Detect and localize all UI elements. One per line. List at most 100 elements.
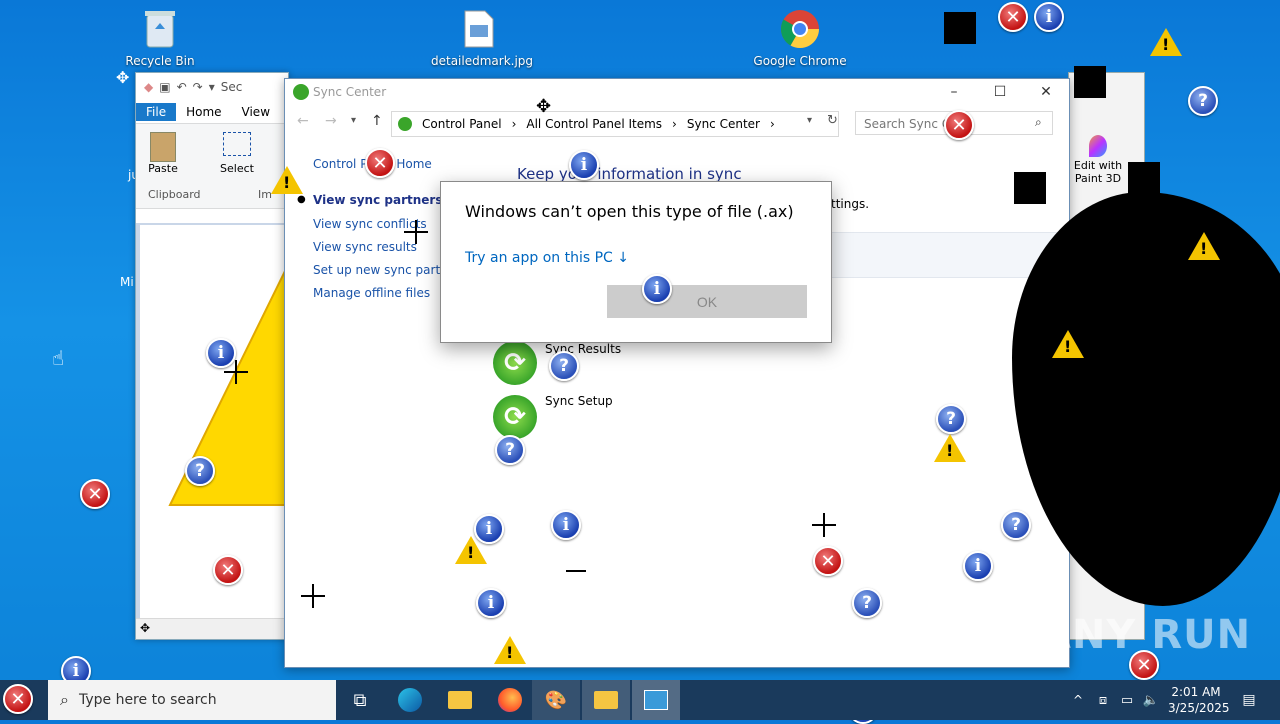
desktop-partial-label-mi: Mi: [120, 275, 134, 289]
help-icon: ?: [495, 435, 525, 465]
error-icon: ✕: [80, 479, 110, 509]
recent-dropdown-icon[interactable]: ▾: [351, 115, 356, 126]
redo-icon[interactable]: ↷: [193, 80, 203, 94]
sync-setup-item[interactable]: ⟳: [493, 395, 537, 439]
start-button-error-icon[interactable]: ✕: [3, 684, 33, 714]
volume-icon[interactable]: 🔈: [1140, 680, 1162, 720]
dash-artifact: [566, 570, 586, 572]
taskbar-clock[interactable]: 2:01 AM 3/25/2025: [1168, 684, 1230, 716]
crosshair-cursor-icon: [301, 584, 325, 608]
info-icon: i: [1034, 2, 1064, 32]
sync-setup-label[interactable]: Sync Setup: [545, 394, 613, 408]
close-button[interactable]: ✕: [1023, 79, 1069, 105]
show-hidden-icons-button[interactable]: ^: [1066, 680, 1090, 720]
error-icon: ✕: [813, 546, 843, 576]
paste-button[interactable]: Paste: [146, 132, 180, 175]
breadcrumb-control-panel[interactable]: Control Panel: [422, 117, 502, 131]
file-explorer-button[interactable]: [436, 680, 484, 720]
edge-button[interactable]: [386, 680, 434, 720]
nav-view-sync-results[interactable]: View sync results: [313, 240, 417, 254]
paint-status-bar: ✥: [136, 618, 288, 639]
undo-icon[interactable]: ↶: [177, 80, 187, 94]
detailedmark-label: detailedmark.jpg: [431, 54, 534, 68]
edge-icon: [398, 688, 422, 712]
paint-ribbon-tabs: File Home View: [136, 101, 288, 123]
info-icon: i: [569, 150, 599, 180]
breadcrumb-sync-center[interactable]: Sync Center: [687, 117, 760, 131]
recycle-bin-label: Recycle Bin: [125, 54, 195, 68]
ok-button[interactable]: OK: [607, 285, 807, 318]
black-square-artifact: [1074, 66, 1106, 98]
firefox-button[interactable]: [486, 680, 534, 720]
notifications-icon[interactable]: ▤: [1236, 680, 1262, 720]
explorer-taskbar-button[interactable]: [582, 680, 630, 720]
bullet-icon: ●: [297, 194, 306, 205]
breadcrumb-separator-icon: ›: [511, 117, 517, 131]
clock-time: 2:01 AM: [1171, 685, 1221, 699]
help-icon: ?: [1188, 86, 1218, 116]
help-icon: ?: [185, 456, 215, 486]
network-tray-icon[interactable]: ⧈: [1092, 680, 1114, 720]
select-button[interactable]: Select: [220, 132, 254, 175]
edit-with-paint3d-label: Edit with Paint 3D: [1073, 159, 1123, 185]
settings-text-partial: ttings.: [831, 197, 870, 211]
clipboard-group-label: Clipboard: [148, 188, 201, 201]
breadcrumb-separator-icon: ›: [769, 117, 775, 131]
sync-center-window[interactable]: Sync Center – ☐ ✕ ← → ▾ ↑ Control Panel …: [284, 78, 1070, 668]
help-icon: ?: [1001, 510, 1031, 540]
desktop-icon-chrome[interactable]: Google Chrome: [752, 8, 848, 68]
info-icon: i: [642, 274, 672, 304]
error-icon: ✕: [213, 555, 243, 585]
clock-date: 3/25/2025: [1168, 701, 1230, 715]
search-icon: ⌕: [1035, 115, 1042, 129]
save-icon[interactable]: ▣: [159, 80, 170, 94]
warning-icon: !: [934, 434, 966, 462]
crosshair-cursor-icon: [812, 513, 836, 537]
breadcrumb[interactable]: Control Panel › All Control Panel Items …: [391, 111, 839, 137]
network-icon[interactable]: ▭: [1116, 680, 1138, 720]
paint-taskbar-button[interactable]: 🎨: [532, 680, 580, 720]
hand-cursor-icon: ☝: [52, 346, 65, 370]
taskbar-search-input[interactable]: ⌕ Type here to search: [48, 680, 336, 720]
try-app-link[interactable]: Try an app on this PC ↓: [465, 250, 629, 266]
recycle-bin-icon: [139, 8, 181, 50]
paint-tab-file[interactable]: File: [136, 103, 177, 121]
customize-qat-icon[interactable]: ▾: [209, 80, 215, 94]
cannot-open-file-dialog[interactable]: Windows can’t open this type of file (.a…: [440, 181, 832, 343]
desktop-icon-detailedmark[interactable]: detailedmark.jpg: [431, 8, 534, 68]
edit-with-paint3d-button[interactable]: Edit with Paint 3D: [1071, 135, 1125, 185]
nav-set-up-partnership[interactable]: Set up new sync partner: [313, 263, 460, 277]
clipboard-icon: [150, 132, 176, 162]
refresh-icon[interactable]: ↻: [827, 113, 838, 128]
warning-icon: !: [1052, 330, 1084, 358]
black-square-artifact: [1128, 162, 1160, 194]
info-icon: i: [476, 588, 506, 618]
maximize-button[interactable]: ☐: [977, 79, 1023, 105]
paint-canvas[interactable]: [140, 225, 288, 619]
breadcrumb-all-items[interactable]: All Control Panel Items: [526, 117, 662, 131]
error-icon: ✕: [365, 148, 395, 178]
sync-center-titlebar: Sync Center – ☐ ✕: [285, 79, 1069, 105]
paint-tab-home[interactable]: Home: [176, 103, 231, 121]
forward-arrow-icon[interactable]: →: [325, 113, 337, 129]
up-arrow-icon[interactable]: ↑: [371, 113, 383, 129]
minimize-button[interactable]: –: [931, 79, 977, 105]
chrome-icon: [779, 8, 821, 50]
sync-results-item[interactable]: ⟳: [493, 341, 537, 385]
paint-canvas-area: [136, 223, 288, 619]
nav-manage-offline-files[interactable]: Manage offline files: [313, 286, 430, 300]
paint-tab-view[interactable]: View: [232, 103, 280, 121]
yellow-triangle-drawing: [168, 264, 288, 506]
crosshair-cursor-icon: [404, 220, 428, 244]
task-view-icon: ⧉: [353, 689, 367, 711]
control-panel-taskbar-button[interactable]: [632, 680, 680, 720]
address-dropdown-icon[interactable]: ▾: [807, 115, 812, 126]
back-arrow-icon[interactable]: ←: [297, 113, 309, 129]
crosshair-cursor-icon: [224, 360, 248, 384]
paint-title-partial: Sec: [220, 80, 243, 94]
desktop-icon-recycle-bin[interactable]: Recycle Bin: [112, 8, 208, 68]
warning-icon: !: [1188, 232, 1220, 260]
paint-ribbon: Paste Select Clipboard Im: [136, 123, 288, 209]
image-group-label: Im: [258, 188, 272, 201]
task-view-button[interactable]: ⧉: [336, 680, 384, 720]
